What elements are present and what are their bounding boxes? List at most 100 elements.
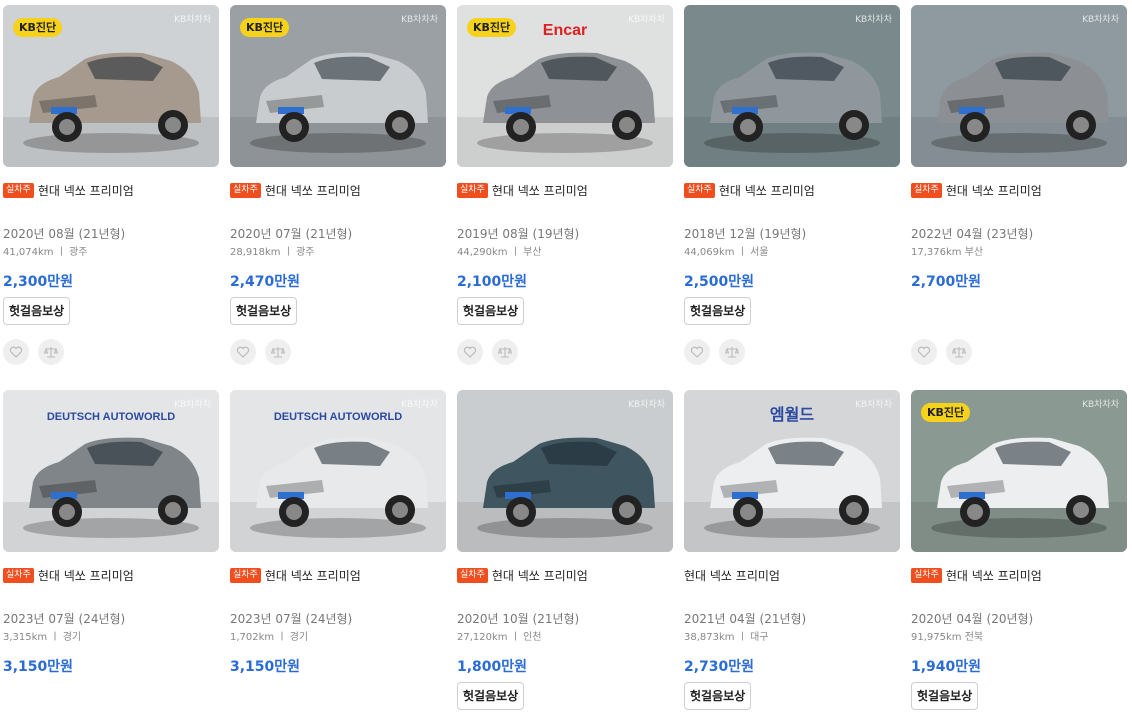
car-photo[interactable]: KB차차차 bbox=[911, 5, 1127, 167]
card-actions bbox=[457, 339, 518, 365]
car-mileage-location: 3,315km ㅣ 경기 bbox=[3, 632, 82, 643]
title-row: 현대 넥쏘 프리미엄 bbox=[684, 566, 780, 584]
real-owner-badge: 실차주 bbox=[911, 182, 942, 198]
car-title[interactable]: 현대 넥쏘 프리미엄 bbox=[38, 567, 134, 584]
kb-inspection-badge: KB진단 bbox=[467, 18, 517, 37]
car-title[interactable]: 현대 넥쏘 프리미엄 bbox=[265, 182, 361, 199]
wasted-trip-compensation-tag: 헛걸음보상 bbox=[684, 682, 752, 710]
car-price: 2,500만원 bbox=[684, 274, 755, 290]
favorite-heart-icon[interactable] bbox=[684, 339, 710, 365]
listing-card[interactable]: Encar KB차차차 KB진단 실차주 현대 넥쏘 프리미엄 2019년 08… bbox=[457, 5, 673, 365]
svg-text:DEUTSCH AUTOWORLD: DEUTSCH AUTOWORLD bbox=[274, 411, 402, 423]
title-row: 실차주 현대 넥쏘 프리미엄 bbox=[3, 181, 134, 199]
car-title[interactable]: 현대 넥쏘 프리미엄 bbox=[946, 567, 1042, 584]
compare-scale-icon[interactable] bbox=[719, 339, 745, 365]
car-mileage-location: 17,376km 부산 bbox=[911, 247, 984, 258]
wasted-trip-compensation-tag: 헛걸음보상 bbox=[457, 297, 525, 325]
listing-grid: KB차차차 KB진단 실차주 현대 넥쏘 프리미엄 2020년 08월 (21년… bbox=[0, 0, 1132, 716]
listing-card[interactable]: KB차차차 실차주 현대 넥쏘 프리미엄 2022년 04월 (23년형) 17… bbox=[911, 5, 1127, 365]
favorite-heart-icon[interactable] bbox=[911, 339, 937, 365]
car-title[interactable]: 현대 넥쏘 프리미엄 bbox=[265, 567, 361, 584]
watermark: KB차차차 bbox=[174, 400, 211, 410]
car-title[interactable]: 현대 넥쏘 프리미엄 bbox=[719, 182, 815, 199]
car-title[interactable]: 현대 넥쏘 프리미엄 bbox=[492, 182, 588, 199]
card-actions bbox=[911, 339, 972, 365]
car-price: 2,470만원 bbox=[230, 274, 301, 290]
wasted-trip-compensation-tag: 헛걸음보상 bbox=[230, 297, 298, 325]
compare-scale-icon[interactable] bbox=[492, 339, 518, 365]
title-row: 실차주 현대 넥쏘 프리미엄 bbox=[3, 566, 134, 584]
listing-card[interactable]: KB차차차 KB진단 실차주 현대 넥쏘 프리미엄 2020년 07월 (21년… bbox=[230, 5, 446, 365]
favorite-heart-icon[interactable] bbox=[457, 339, 483, 365]
real-owner-badge: 실차주 bbox=[230, 182, 261, 198]
listing-card[interactable]: KB차차차 실차주 현대 넥쏘 프리미엄 2020년 10월 (21년형) 27… bbox=[457, 390, 673, 720]
watermark: KB차차차 bbox=[174, 15, 211, 25]
car-photo[interactable]: KB차차차 KB진단 bbox=[911, 390, 1127, 552]
listing-card[interactable]: DEUTSCH AUTOWORLD KB차차차 실차주 현대 넥쏘 프리미엄 2… bbox=[3, 390, 219, 720]
svg-text:Encar: Encar bbox=[543, 22, 587, 39]
real-owner-badge: 실차주 bbox=[684, 182, 715, 198]
listing-card[interactable]: KB차차차 KB진단 실차주 현대 넥쏘 프리미엄 2020년 08월 (21년… bbox=[3, 5, 219, 365]
car-photo[interactable]: KB차차차 bbox=[684, 5, 900, 167]
car-price: 1,940만원 bbox=[911, 659, 982, 675]
title-row: 실차주 현대 넥쏘 프리미엄 bbox=[230, 181, 361, 199]
card-actions bbox=[684, 339, 745, 365]
real-owner-badge: 실차주 bbox=[3, 567, 34, 583]
car-mileage-location: 44,290km ㅣ 부산 bbox=[457, 247, 542, 258]
car-title[interactable]: 현대 넥쏘 프리미엄 bbox=[38, 182, 134, 199]
real-owner-badge: 실차주 bbox=[457, 567, 488, 583]
car-photo[interactable]: KB차차차 KB진단 bbox=[230, 5, 446, 167]
car-price: 2,100만원 bbox=[457, 274, 528, 290]
real-owner-badge: 실차주 bbox=[230, 567, 261, 583]
title-row: 실차주 현대 넥쏘 프리미엄 bbox=[911, 181, 1042, 199]
listing-card[interactable]: KB차차차 실차주 현대 넥쏘 프리미엄 2018년 12월 (19년형) 44… bbox=[684, 5, 900, 365]
compare-scale-icon[interactable] bbox=[38, 339, 64, 365]
watermark: KB차차차 bbox=[1082, 400, 1119, 410]
car-price: 2,300만원 bbox=[3, 274, 74, 290]
car-mileage-location: 91,975km 전북 bbox=[911, 632, 984, 643]
car-price: 3,150만원 bbox=[3, 659, 74, 675]
listing-card[interactable]: 엠월드 KB차차차 현대 넥쏘 프리미엄 2021년 04월 (21년형) 38… bbox=[684, 390, 900, 720]
car-year: 2023년 07월 (24년형) bbox=[230, 612, 353, 626]
watermark: KB차차차 bbox=[401, 15, 438, 25]
compare-scale-icon[interactable] bbox=[946, 339, 972, 365]
car-mileage-location: 38,873km ㅣ 대구 bbox=[684, 632, 769, 643]
card-actions bbox=[3, 339, 64, 365]
favorite-heart-icon[interactable] bbox=[230, 339, 256, 365]
car-photo[interactable]: KB차차차 KB진단 bbox=[3, 5, 219, 167]
watermark: KB차차차 bbox=[628, 15, 665, 25]
listing-card[interactable]: KB차차차 KB진단 실차주 현대 넥쏘 프리미엄 2020년 04월 (20년… bbox=[911, 390, 1127, 720]
title-row: 실차주 현대 넥쏘 프리미엄 bbox=[911, 566, 1042, 584]
svg-text:DEUTSCH AUTOWORLD: DEUTSCH AUTOWORLD bbox=[47, 411, 175, 423]
car-photo[interactable]: DEUTSCH AUTOWORLD KB차차차 bbox=[3, 390, 219, 552]
car-year: 2019년 08월 (19년형) bbox=[457, 227, 580, 241]
title-row: 실차주 현대 넥쏘 프리미엄 bbox=[457, 181, 588, 199]
car-photo[interactable]: Encar KB차차차 KB진단 bbox=[457, 5, 673, 167]
wasted-trip-compensation-tag: 헛걸음보상 bbox=[3, 297, 71, 325]
car-photo[interactable]: KB차차차 bbox=[457, 390, 673, 552]
car-year: 2018년 12월 (19년형) bbox=[684, 227, 807, 241]
real-owner-badge: 실차주 bbox=[457, 182, 488, 198]
listing-card[interactable]: DEUTSCH AUTOWORLD KB차차차 실차주 현대 넥쏘 프리미엄 2… bbox=[230, 390, 446, 720]
car-mileage-location: 28,918km ㅣ 광주 bbox=[230, 247, 315, 258]
car-mileage-location: 1,702km ㅣ 경기 bbox=[230, 632, 309, 643]
title-row: 실차주 현대 넥쏘 프리미엄 bbox=[457, 566, 588, 584]
wasted-trip-compensation-tag: 헛걸음보상 bbox=[684, 297, 752, 325]
car-photo[interactable]: DEUTSCH AUTOWORLD KB차차차 bbox=[230, 390, 446, 552]
compare-scale-icon[interactable] bbox=[265, 339, 291, 365]
car-photo[interactable]: 엠월드 KB차차차 bbox=[684, 390, 900, 552]
watermark: KB차차차 bbox=[401, 400, 438, 410]
wasted-trip-compensation-tag: 헛걸음보상 bbox=[457, 682, 525, 710]
watermark: KB차차차 bbox=[628, 400, 665, 410]
car-title[interactable]: 현대 넥쏘 프리미엄 bbox=[684, 567, 780, 584]
car-mileage-location: 44,069km ㅣ 서울 bbox=[684, 247, 769, 258]
title-row: 실차주 현대 넥쏘 프리미엄 bbox=[684, 181, 815, 199]
favorite-heart-icon[interactable] bbox=[3, 339, 29, 365]
car-year: 2020년 10월 (21년형) bbox=[457, 612, 580, 626]
car-title[interactable]: 현대 넥쏘 프리미엄 bbox=[492, 567, 588, 584]
car-price: 2,700만원 bbox=[911, 274, 982, 290]
real-owner-badge: 실차주 bbox=[3, 182, 34, 198]
real-owner-badge: 실차주 bbox=[911, 567, 942, 583]
kb-inspection-badge: KB진단 bbox=[240, 18, 290, 37]
car-title[interactable]: 현대 넥쏘 프리미엄 bbox=[946, 182, 1042, 199]
